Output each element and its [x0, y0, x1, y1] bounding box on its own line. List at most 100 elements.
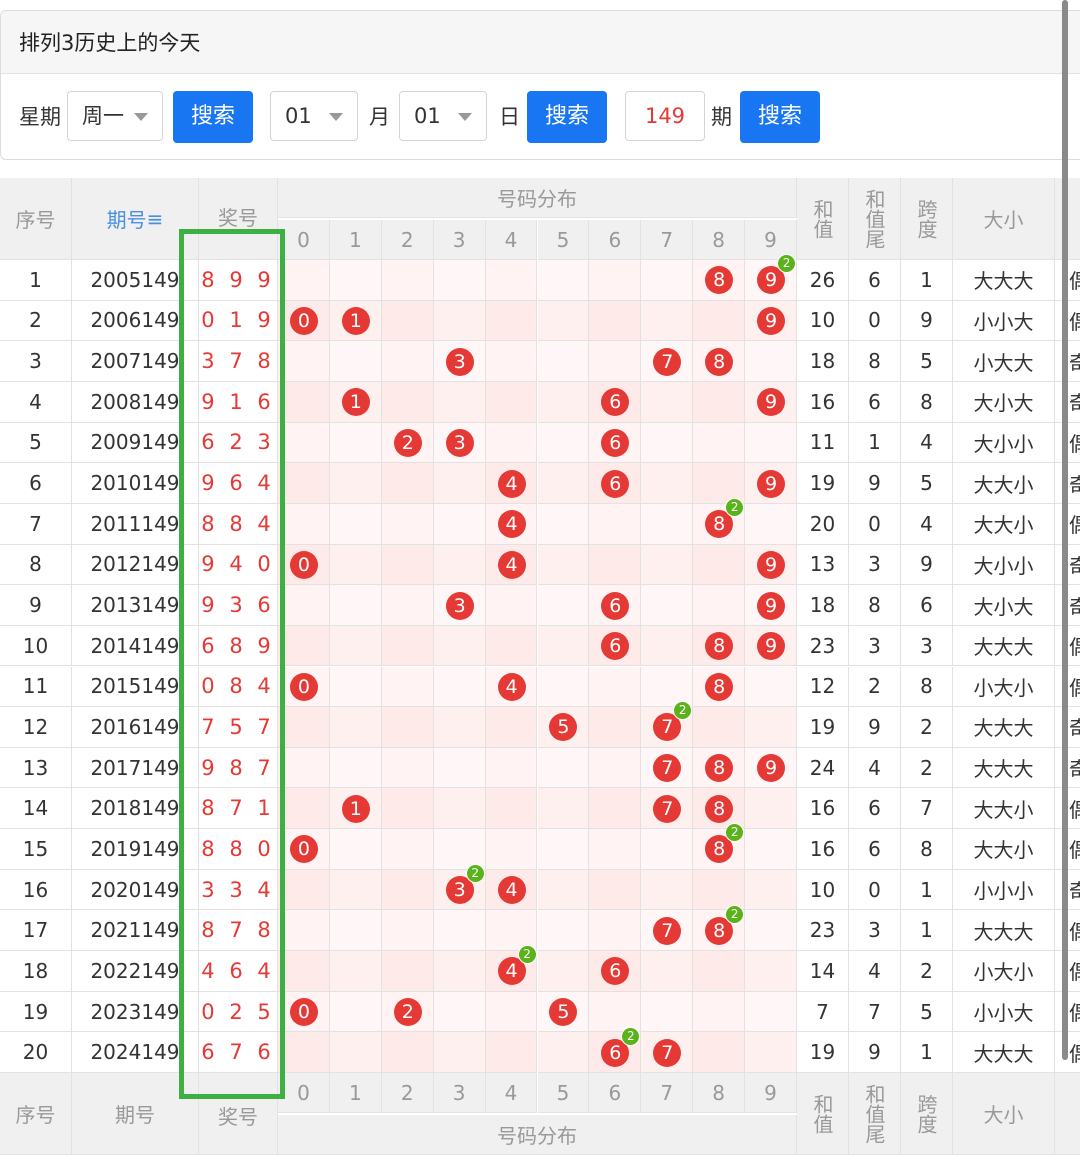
header-label: 和值尾: [862, 188, 886, 249]
dist-cell: [485, 788, 538, 830]
header-digit: 6: [589, 220, 642, 260]
row-seq: 12: [0, 707, 72, 748]
repeat-count-badge: 2: [465, 864, 485, 884]
row-sum-tail: 9: [849, 463, 901, 504]
issue-input[interactable]: 149: [625, 91, 705, 141]
dist-cell: [433, 991, 486, 1033]
dist-cell: [589, 341, 642, 382]
dist-cell: [278, 503, 330, 545]
sort-icon[interactable]: ≡: [147, 207, 164, 231]
row-prize: 8 8 4: [199, 503, 278, 545]
dist-cell: [693, 585, 746, 626]
row-sum: 12: [797, 666, 849, 708]
search-button-date[interactable]: 搜索: [527, 91, 607, 143]
day-select[interactable]: 01: [399, 91, 487, 141]
dist-cell: [329, 503, 382, 545]
dist-cell: [485, 260, 538, 301]
row-span: 3: [901, 625, 953, 667]
header-digit: 8: [693, 1073, 746, 1113]
dist-cell: [589, 544, 642, 586]
dist-cell: [381, 829, 434, 870]
number-ball: 0: [289, 672, 318, 701]
row-seq: 8: [0, 544, 72, 586]
weekday-select[interactable]: 周一: [67, 91, 163, 141]
row-size: 小大小: [953, 951, 1055, 992]
dist-cell: [641, 260, 694, 301]
dist-cell: [745, 422, 797, 464]
dist-cell: [278, 747, 330, 789]
row-prize: 9 6 4: [199, 463, 278, 504]
dist-cell: [278, 869, 330, 911]
header-label: 和值: [810, 198, 834, 239]
row-sum: 16: [797, 381, 849, 423]
row-prize: 8 7 1: [199, 788, 278, 830]
header-issue[interactable]: 期号 ≡: [72, 178, 199, 260]
number-ball: 0: [289, 998, 318, 1027]
row-seq: 6: [0, 463, 72, 504]
header-digit: 6: [589, 1073, 642, 1113]
row-prize: 8 9 9: [199, 260, 278, 301]
header-label: 跨度: [914, 198, 938, 239]
row-span: 2: [901, 747, 953, 789]
row-issue: 2014149: [72, 625, 199, 667]
row-seq: 9: [0, 585, 72, 626]
dist-cell: [537, 666, 590, 708]
chevron-down-icon: [329, 113, 343, 121]
row-prize: 3 3 4: [199, 869, 278, 911]
dist-cell: [589, 707, 642, 748]
number-ball: 6: [601, 591, 630, 620]
dist-cell: [278, 788, 330, 830]
dist-cell: [537, 910, 590, 952]
row-sum: 16: [797, 788, 849, 830]
row-sum: 13: [797, 544, 849, 586]
month-value: 01: [285, 104, 312, 128]
row-sum: 10: [797, 869, 849, 911]
row-span: 4: [901, 422, 953, 464]
dist-cell: [641, 585, 694, 626]
repeat-count-badge: 2: [517, 945, 537, 965]
dist-cell: [485, 422, 538, 464]
dist-cell: [381, 341, 434, 382]
dist-cell: [537, 260, 590, 301]
day-value: 01: [414, 104, 441, 128]
dist-cell: [329, 869, 382, 911]
row-issue: 2008149: [72, 381, 199, 423]
dist-cell: [693, 1032, 746, 1073]
row-sum-tail: 6: [849, 829, 901, 870]
dist-cell: [589, 869, 642, 911]
header-sum: 和值: [797, 1073, 849, 1155]
row-prize: 3 7 8: [199, 341, 278, 382]
row-issue: 2022149: [72, 951, 199, 992]
dist-cell: [381, 300, 434, 342]
dist-cell: [329, 341, 382, 382]
dist-cell: [537, 1032, 590, 1073]
row-span: 1: [901, 1032, 953, 1073]
row-issue: 2009149: [72, 422, 199, 464]
dist-cell: [745, 991, 797, 1033]
dist-cell: [278, 585, 330, 626]
search-button-weekday[interactable]: 搜索: [173, 91, 253, 143]
dist-cell: [589, 260, 642, 301]
weekday-label: 星期: [19, 105, 61, 129]
month-select[interactable]: 01: [270, 91, 358, 141]
row-span: 6: [901, 585, 953, 626]
dist-cell: [433, 707, 486, 748]
header-label: 和值尾: [862, 1083, 886, 1144]
search-button-issue[interactable]: 搜索: [740, 91, 820, 143]
number-ball: 7: [653, 1038, 682, 1067]
dist-cell: [433, 910, 486, 952]
row-span: 8: [901, 381, 953, 423]
dist-cell: [589, 503, 642, 545]
dist-cell: [433, 300, 486, 342]
row-sum-tail: 7: [849, 991, 901, 1033]
header-span: 跨度: [901, 1073, 953, 1155]
day-label: 日: [499, 105, 520, 129]
row-sum-tail: 3: [849, 910, 901, 952]
number-ball: 8: [705, 347, 734, 376]
scrollbar[interactable]: [1062, 0, 1068, 1060]
row-prize: 4 6 4: [199, 951, 278, 992]
header-span: 跨度: [901, 178, 953, 260]
dist-cell: [641, 869, 694, 911]
dist-cell: [329, 625, 382, 667]
header-digit: 4: [485, 1073, 538, 1113]
